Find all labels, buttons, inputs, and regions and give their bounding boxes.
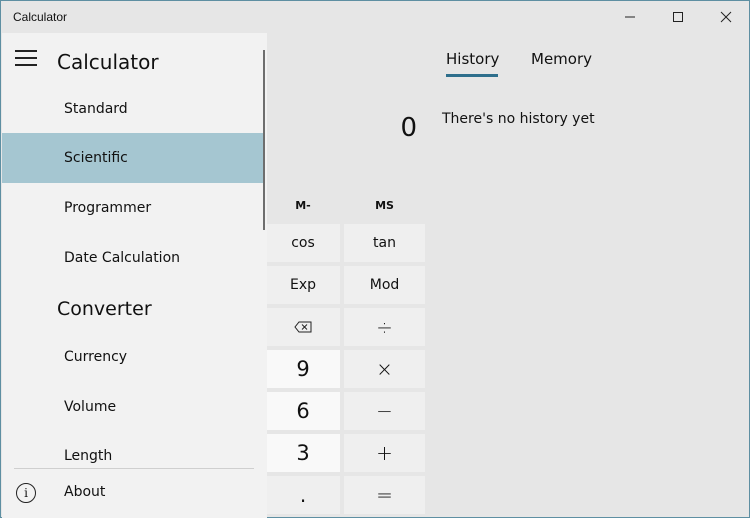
memory-store-button[interactable]: MS [344,191,425,219]
nav-item-date-calculation[interactable]: Date Calculation [2,233,264,283]
nav-title: Calculator [57,50,159,74]
multiply-button[interactable]: × [344,350,425,388]
navigation-pane: Calculator Standard Scientific Programme… [2,33,267,518]
calculator-window: Calculator History Memory There's no his… [0,0,750,518]
digit-9-button[interactable]: 9 [266,350,340,388]
active-tab-indicator [446,74,498,77]
maximize-button[interactable] [655,1,701,33]
maximize-icon [673,12,683,22]
nav-section-converter: Converter [57,298,152,320]
memory-subtract-button[interactable]: M- [266,191,340,219]
window-title: Calculator [13,10,68,24]
divide-button[interactable]: ÷ [344,308,425,346]
info-icon: i [16,483,36,503]
equals-button[interactable]: = [344,476,425,514]
nav-divider [14,468,254,469]
subtract-button[interactable]: − [344,392,425,430]
backspace-button[interactable] [266,308,340,346]
backspace-icon [294,321,312,333]
nav-item-about[interactable]: i About [2,473,264,513]
tab-memory[interactable]: Memory [531,50,592,68]
minimize-button[interactable] [607,1,653,33]
nav-item-currency[interactable]: Currency [2,332,264,382]
nav-item-volume[interactable]: Volume [2,382,264,432]
title-bar: Calculator [1,1,749,33]
nav-scrollbar[interactable] [263,50,265,230]
exp-button[interactable]: Exp [266,266,340,304]
minimize-icon [625,16,635,18]
cos-button[interactable]: cos [266,224,340,262]
digit-6-button[interactable]: 6 [266,392,340,430]
nav-item-scientific[interactable]: Scientific [2,133,264,183]
nav-item-standard[interactable]: Standard [2,84,264,134]
nav-item-programmer[interactable]: Programmer [2,183,264,233]
close-icon [720,11,732,23]
mod-button[interactable]: Mod [344,266,425,304]
result-display: 0 [400,113,417,143]
add-button[interactable]: + [344,434,425,472]
digit-3-button[interactable]: 3 [266,434,340,472]
about-label: About [64,484,106,500]
history-empty-message: There's no history yet [442,111,595,127]
hamburger-icon[interactable] [15,50,39,68]
close-button[interactable] [703,1,749,33]
decimal-button[interactable]: . [266,476,340,514]
tab-history[interactable]: History [446,50,499,68]
tan-button[interactable]: tan [344,224,425,262]
